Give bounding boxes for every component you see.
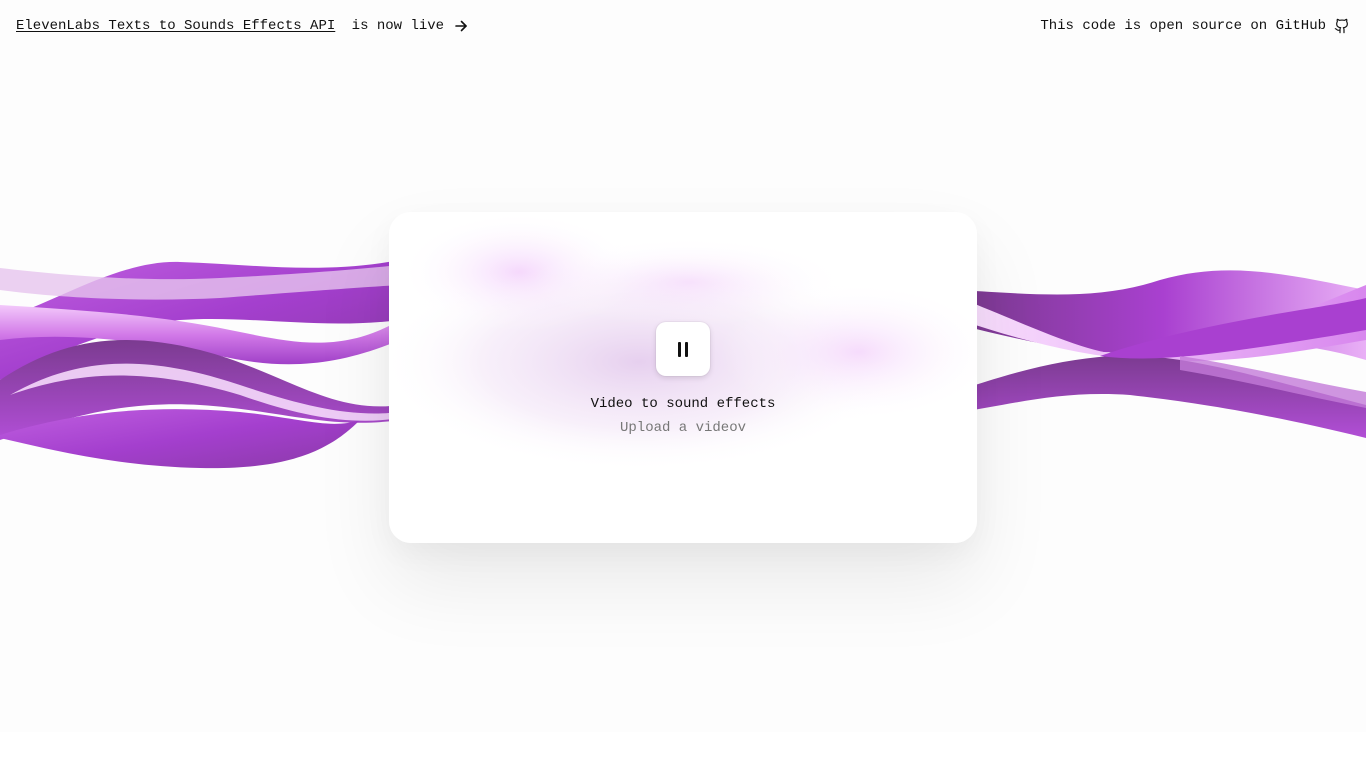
page: ElevenLabs Texts to Sounds Effects API i… — [0, 0, 1366, 768]
card-title: Video to sound effects — [590, 396, 776, 412]
card-glow-graphic — [389, 212, 977, 472]
open-source-text[interactable]: This code is open source on GitHub — [1040, 18, 1326, 34]
pause-icon — [678, 341, 688, 357]
upload-card[interactable]: Video to sound effects Upload a videov — [389, 212, 977, 543]
pause-button[interactable] — [656, 322, 710, 376]
arrow-right-icon[interactable] — [454, 19, 468, 33]
github-icon[interactable] — [1334, 18, 1350, 34]
announcement-link[interactable]: ElevenLabs Texts to Sounds Effects API — [16, 18, 335, 34]
top-bar: ElevenLabs Texts to Sounds Effects API i… — [0, 0, 1366, 52]
open-source-link[interactable]: This code is open source on GitHub — [1040, 18, 1350, 34]
announcement: ElevenLabs Texts to Sounds Effects API i… — [16, 18, 468, 34]
bottom-band — [0, 732, 1366, 768]
upload-video-link[interactable]: Upload a videov — [389, 420, 977, 436]
announcement-suffix: is now live — [343, 18, 445, 34]
